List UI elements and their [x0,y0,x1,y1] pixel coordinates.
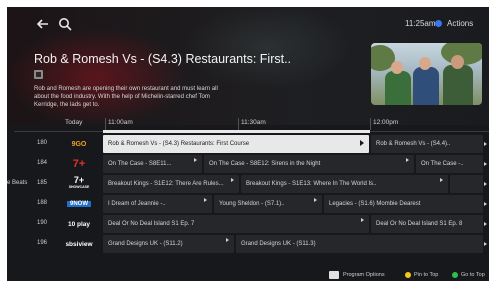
program-title: Rob & Romesh Vs - (S4.3) Restaurants: Fi… [34,52,292,66]
yellow-key-icon [405,272,411,278]
timeline-tick [370,118,371,130]
previous-program-fragment: e Beats [7,180,28,186]
program-cell[interactable]: Young Sheldon - (S7.1).. [214,195,322,213]
program-cell[interactable]: Legacies - (S1.6) Mombie Dearest [324,195,483,213]
more-right-icon [484,142,487,146]
actions-button[interactable]: Actions [447,19,473,28]
time-slot-3: 12:00pm [373,119,399,126]
channel-logo-text: sbsiview [65,240,93,248]
program-cell[interactable]: On The Case -.. [416,155,483,173]
channel-logo-text: 10 play [67,220,91,228]
program-options-hint[interactable]: Program Options [343,272,385,278]
more-right-icon [484,242,487,246]
pin-to-top-hint[interactable]: Pin to Top [414,272,438,278]
more-right-icon [484,182,487,186]
channel-logo-subtext: SHOWCASE [68,185,90,189]
program-cell[interactable]: I Dream of Jeannie -.. [103,195,212,213]
channel-logo[interactable]: 7+ [57,157,101,171]
program-cell[interactable]: Grand Designs UK - (S11.2) [103,235,234,253]
program-cell[interactable] [450,175,483,193]
channel-logo-text: 7+ [72,158,86,170]
channel-row: e Beats 185 7+ SHOWCASE Breakout Kings -… [7,174,489,194]
channel-row: 196 sbsiview Grand Designs UK - (S11.2) … [7,234,489,254]
program-cell[interactable]: Grand Designs UK - (S11.3) [236,235,483,253]
program-thumbnail [371,43,482,105]
timeline-tick [105,118,106,130]
program-cell[interactable]: Deal Or No Deal Island S1 Ep. 8 [371,215,483,233]
channel-row: 188 9NOW I Dream of Jeannie -.. Young Sh… [7,194,489,214]
channel-logo-text: 9NOW [67,201,91,207]
top-bar: 11:25am Actions [7,7,489,41]
options-key-icon [329,271,339,279]
program-cell[interactable]: On The Case - S8E12: Sirens in the Night [204,155,414,173]
channel-logo-text: 9GO [71,140,87,148]
channel-logo[interactable]: 9GO [57,137,101,151]
program-cell[interactable]: Deal Or No Deal Island S1 Ep. 7 [103,215,369,233]
timeline-current-bar [103,130,370,133]
more-right-icon [484,162,487,166]
green-key-icon [452,272,458,278]
today-label: Today [65,119,83,126]
channel-row: 180 9GO Rob & Romesh Vs - (S4.3) Restaur… [7,134,489,154]
actions-dot-icon [435,20,442,27]
tv-guide-screen: 11:25am Actions Rob & Romesh Vs - (S4.3)… [7,7,489,281]
channel-number: 196 [37,240,48,246]
channel-logo[interactable]: 7+ SHOWCASE [57,175,101,191]
program-cell[interactable]: Breakout Kings - S1E13: Where In The Wor… [241,175,448,193]
channel-logo[interactable]: 10 play [57,217,101,231]
go-to-top-hint[interactable]: Go to Top [461,272,485,278]
channel-number: 190 [37,220,48,226]
program-cell[interactable]: Rob & Romesh Vs - (S4.4).. [371,135,483,153]
more-right-icon [484,202,487,206]
timeline-tick [238,118,239,130]
channel-number: 185 [37,180,48,186]
back-arrow-icon[interactable] [35,16,51,32]
channel-row: 184 7+ On The Case - S8E11... On The Cas… [7,154,489,174]
program-cell[interactable]: Rob & Romesh Vs - (S4.3) Restaurants: Fi… [103,135,369,153]
program-cell[interactable]: Breakout Kings - S1E12: There Are Rules.… [103,175,239,193]
program-description: Rob and Romesh are opening their own res… [34,86,218,108]
timeline-header: Today 11:00am 11:30am 12:00pm [7,117,489,131]
time-slot-1: 11:00am [108,119,133,126]
channel-logo[interactable]: 9NOW [57,197,101,211]
search-icon[interactable] [57,16,73,32]
classification-icon [34,70,43,79]
channel-number: 180 [37,140,48,146]
clock: 11:25am [405,19,436,28]
footer-hints: Program Options Pin to Top Go to Top [7,269,489,281]
more-right-icon [484,222,487,226]
channel-logo-text: 7+ [73,175,85,185]
channel-logo[interactable]: sbsiview [57,237,101,251]
channel-number: 188 [37,200,48,206]
program-cell[interactable]: On The Case - S8E11... [103,155,202,173]
time-slot-2: 11:30am [241,119,266,126]
channel-row: 190 10 play Deal Or No Deal Island S1 Ep… [7,214,489,234]
channel-number: 184 [37,160,48,166]
